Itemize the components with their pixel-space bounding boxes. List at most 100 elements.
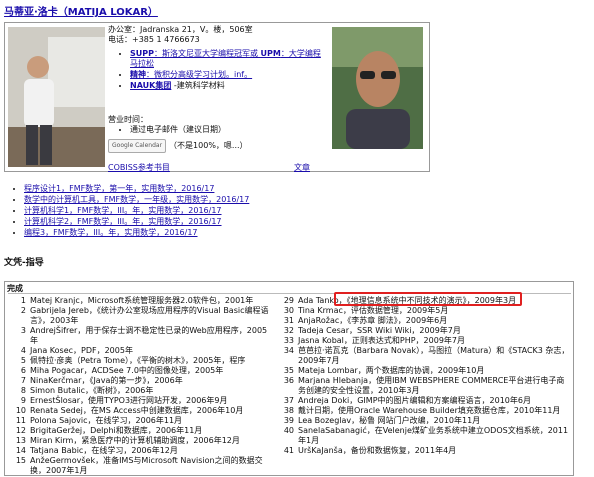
thesis-number: 30: [283, 306, 294, 315]
thesis-row: 7 NinaKerčmar，《Java的第一步》，2006年: [10, 376, 272, 386]
thesis-text[interactable]: Lea Bozeglav，秘鲁 网站门户改编，2010年11月: [298, 416, 570, 426]
office-hours-label: 营业时间：: [108, 115, 148, 124]
thesis-row: 33 Jasna Kobal，正则表达式和PHP，2009年7月: [278, 336, 570, 346]
thesis-row: 15 AnžeGermovšek，准备IMS与Microsoft Navision…: [10, 456, 272, 476]
profile-photo-portrait: [332, 27, 423, 149]
thesis-text[interactable]: 戴计日期，使用Oracle Warehouse Builder填充数据仓库，20…: [298, 406, 570, 416]
cobiss-link[interactable]: COBISS参考书目: [108, 162, 170, 173]
thesis-row: 2 Gabrijela Jereb，《统计办公室现场应用程序的Visual Bas…: [10, 306, 272, 326]
thesis-text[interactable]: 佩特拉·彦奥（Petra Tome），《平衡的树木》，2005年，程序: [30, 356, 272, 366]
thesis-text[interactable]: Mateja Lombar，两个数据库的协调，2009年10月: [298, 366, 570, 376]
thesis-text[interactable]: SanelaSabanagić，在Velenje煤矿业务系统中建立ODOS文档系…: [298, 426, 570, 446]
google-calendar-row: Google Calendar （不是100%，嗯...）: [108, 139, 328, 153]
section-title: 文凭-指导: [4, 258, 44, 268]
thesis-number: 4: [20, 346, 26, 355]
course-item[interactable]: 计算机科学1，FMF数学，III。年，实用数学，2016/17: [24, 205, 249, 216]
affiliation-supp: SUPP：斯洛文尼亚大学编程冠军或 UPM：大学编程马拉松: [130, 49, 328, 69]
thesis-text[interactable]: Polona Sajovic，在线学习，2006年11月: [30, 416, 272, 426]
thesis-text[interactable]: Tatjana Babic，在线学习，2006年12月: [30, 446, 272, 456]
thesis-row: 3 AndrejŠifrer，用于保存士调不稳定性已录的Web应用程序，2005年: [10, 326, 272, 346]
thesis-text[interactable]: BrigitaGeržej，Delphi和数据库，2006年11月: [30, 426, 272, 436]
thesis-text[interactable]: Gabrijela Jereb，《统计办公室现场应用程序的Visual Basi…: [30, 306, 272, 326]
thesis-text[interactable]: NinaKerčmar，《Java的第一步》，2006年: [30, 376, 272, 386]
course-item[interactable]: 数学中的计算机工具，FMF数学，一年级，实用数学，2016/17: [24, 194, 249, 205]
thesis-row: 4 Jana Kosec，PDF，2005年: [10, 346, 272, 356]
thesis-row: 32 Tadeja Cesar，SSR Wiki Wiki，2009年7月: [278, 326, 570, 336]
thesis-text[interactable]: Jasna Kobal，正则表达式和PHP，2009年7月: [298, 336, 570, 346]
supp-text[interactable]: ：斯洛文尼亚大学编程冠军或: [154, 49, 261, 58]
thesis-row: 5 佩特拉·彦奥（Petra Tome），《平衡的树木》，2005年，程序: [10, 356, 272, 366]
thesis-number: 10: [15, 406, 26, 415]
thesis-text[interactable]: Jana Kosec，PDF，2005年: [30, 346, 272, 356]
affiliation-list: SUPP：斯洛文尼亚大学编程冠军或 UPM：大学编程马拉松 精神：微积分高级学习…: [108, 49, 328, 91]
thesis-number: 11: [15, 416, 26, 425]
thesis-row: 36 Marjana Hlebanja，使用IBM WEBSPHERE COMME…: [278, 376, 570, 396]
thesis-list-left: 1 Matej Kranjc，Microsoft系统管理服务器2.0软件包，200…: [10, 296, 272, 476]
thesis-row: 31 AnjaRožac，《李苏章 脚法》，2009年6月: [278, 316, 570, 326]
upm-link[interactable]: UPM: [261, 49, 281, 58]
thesis-row: 34 芭芭拉·诺瓦克（Barbara Novak），马图拉（Matura）和《ST…: [278, 346, 570, 366]
profile-info: 办公室：Jadranska 21，V。楼，506室 电话：+385 1 4766…: [108, 25, 328, 153]
office-hours-item: 通过电子邮件（建议日期）: [130, 125, 328, 135]
google-calendar-note: （不是100%，嗯...）: [169, 141, 248, 150]
thesis-row: 39 Lea Bozeglav，秘鲁 网站门户改编，2010年11月: [278, 416, 570, 426]
thesis-number: 38: [283, 406, 294, 415]
thesis-list-right: 29 Ada Tanko，《地理信息系统中不同技术的演示》，2009年3月 30 Ti…: [278, 296, 570, 456]
thesis-text[interactable]: AndrejŠifrer，用于保存士调不稳定性已录的Web应用程序，2005年: [30, 326, 272, 346]
thesis-row: 30 Tina Krmac，评估数据管理，2009年5月: [278, 306, 570, 316]
thesis-text[interactable]: 芭芭拉·诺瓦克（Barbara Novak），马图拉（Matura）和《STAC…: [298, 346, 570, 366]
thesis-number: 15: [15, 456, 26, 465]
thesis-number: 39: [283, 416, 294, 425]
nauk-link[interactable]: NAUK集团: [130, 81, 171, 90]
thesis-number: 1: [20, 296, 26, 305]
thesis-number: 35: [283, 366, 294, 375]
course-item[interactable]: 计算机科学2，FMF数学，III。年，实用数学，2016/17: [24, 216, 249, 227]
thesis-number: 13: [15, 436, 26, 445]
affiliation-nauk: NAUK集团 -建筑科学材料: [130, 81, 328, 91]
thesis-text[interactable]: Tadeja Cesar，SSR Wiki Wiki，2009年7月: [298, 326, 570, 336]
thesis-text[interactable]: AnžeGermovšek，准备IMS与Microsoft Navision之间…: [30, 456, 272, 476]
thesis-number: 9: [20, 396, 26, 405]
thesis-number: 8: [20, 386, 26, 395]
thesis-text[interactable]: Miha Pogacar，ACDSee 7.0中的图像处理，2005年: [30, 366, 272, 376]
phone-line: 电话：+385 1 4766673: [108, 35, 200, 44]
thesis-number: 31: [283, 316, 294, 325]
supp-link[interactable]: SUPP: [130, 49, 154, 58]
thesis-text[interactable]: Simon Butalic，《断树》，2006年: [30, 386, 272, 396]
thesis-row: 8 Simon Butalic，《断树》，2006年: [10, 386, 272, 396]
thesis-text[interactable]: Marjana Hlebanja，使用IBM WEBSPHERE COMMERC…: [298, 376, 570, 396]
thesis-row: 12 BrigitaGeržej，Delphi和数据库，2006年11月: [10, 426, 272, 436]
thesis-text[interactable]: ErnestŠlosar，使用TYPO3进行网站开发，2006年9月: [30, 396, 272, 406]
thesis-row: 6 Miha Pogacar，ACDSee 7.0中的图像处理，2005年: [10, 366, 272, 376]
course-list: 程序设计1，FMF数学，第一年，实用数学，2016/17 数学中的计算机工具，F…: [14, 183, 249, 238]
profile-photo-classroom: [8, 27, 105, 167]
thesis-row: 35 Mateja Lombar，两个数据库的协调，2009年10月: [278, 366, 570, 376]
thesis-text[interactable]: Andreja Doki，GIMP中的图片编辑和方案编程语言，2010年6月: [298, 396, 570, 406]
thesis-row: 13 Miran Kirm，紧急医疗中的计算机辅助调度，2006年12月: [10, 436, 272, 446]
thesis-number: 37: [283, 396, 294, 405]
highlight-box: [334, 292, 522, 306]
thesis-row: 10 Renata Sedej，在MS Access中创建数据库，2006年10月: [10, 406, 272, 416]
page-title[interactable]: 马蒂亚·洛卡（MATIJA LOKAR）: [4, 3, 158, 18]
google-calendar-button[interactable]: Google Calendar: [108, 139, 167, 153]
thesis-text[interactable]: Matej Kranjc，Microsoft系统管理服务器2.0软件包，2001…: [30, 296, 272, 306]
thesis-row: 40 SanelaSabanagić，在Velenje煤矿业务系统中建立ODOS文…: [278, 426, 570, 446]
thesis-text[interactable]: Miran Kirm，紧急医疗中的计算机辅助调度，2006年12月: [30, 436, 272, 446]
office-hours: 营业时间： 通过电子邮件（建议日期） Google Calendar （不是10…: [108, 115, 328, 153]
thesis-number: 7: [20, 376, 26, 385]
thesis-row: 9 ErnestŠlosar，使用TYPO3进行网站开发，2006年9月: [10, 396, 272, 406]
works-link[interactable]: 文章: [294, 162, 310, 173]
spirit-text[interactable]: ：微积分高级学习计划。inf。: [146, 70, 252, 79]
thesis-text[interactable]: Renata Sedej，在MS Access中创建数据库，2006年10月: [30, 406, 272, 416]
course-item[interactable]: 编程3，FMF数学，III。年，实用数学，2016/17: [24, 227, 249, 238]
thesis-text[interactable]: AnjaRožac，《李苏章 脚法》，2009年6月: [298, 316, 570, 326]
course-item[interactable]: 程序设计1，FMF数学，第一年，实用数学，2016/17: [24, 183, 249, 194]
thesis-number: 3: [20, 326, 26, 335]
thesis-number: 29: [283, 296, 294, 305]
thesis-text[interactable]: UršKaJanša，备份和数据恢复，2011年4月: [298, 446, 570, 456]
thesis-text[interactable]: Tina Krmac，评估数据管理，2009年5月: [298, 306, 570, 316]
thesis-number: 34: [283, 346, 294, 355]
office-hours-list: 通过电子邮件（建议日期）: [108, 125, 328, 135]
thesis-row: 38 戴计日期，使用Oracle Warehouse Builder填充数据仓库，…: [278, 406, 570, 416]
spirit-link[interactable]: 精神: [130, 70, 146, 79]
